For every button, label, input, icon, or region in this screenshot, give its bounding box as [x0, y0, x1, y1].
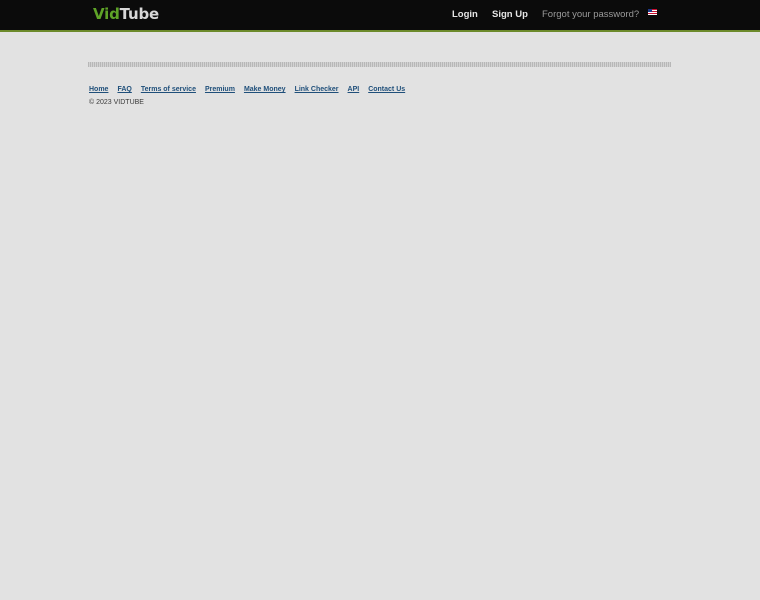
login-link[interactable]: Login: [452, 9, 478, 20]
logo-text-tube: Tube: [119, 5, 160, 23]
footer-link-item: Home: [89, 78, 108, 96]
footer-link-faq[interactable]: FAQ: [117, 86, 131, 93]
footer-link-item: API: [348, 78, 360, 96]
footer-link-home[interactable]: Home: [89, 86, 108, 93]
footer-link-item: Contact Us: [368, 78, 405, 96]
signup-link[interactable]: Sign Up: [492, 9, 528, 20]
footer-link-item: FAQ: [117, 78, 131, 96]
footer-links: Home FAQ Terms of service Premium Make M…: [89, 78, 414, 96]
footer-link-item: Make Money: [244, 78, 286, 96]
footer-link-contact[interactable]: Contact Us: [368, 86, 405, 93]
top-navbar: VidTube Login Sign Up Forgot your passwo…: [0, 0, 760, 32]
footer-link-link-checker[interactable]: Link Checker: [295, 86, 339, 93]
footer-link-terms[interactable]: Terms of service: [141, 86, 196, 93]
copyright-text: © 2023 VIDTUBE: [89, 99, 144, 106]
footer-link-item: Terms of service: [141, 78, 196, 96]
footer-link-api[interactable]: API: [348, 86, 360, 93]
footer-link-make-money[interactable]: Make Money: [244, 86, 286, 93]
us-flag-icon[interactable]: [648, 9, 657, 15]
footer-link-item: Link Checker: [295, 78, 339, 96]
footer-link-item: Premium: [205, 78, 235, 96]
forgot-password-link[interactable]: Forgot your password?: [542, 9, 639, 20]
vidtube-logo[interactable]: VidTube: [93, 5, 159, 23]
content-divider: [88, 62, 671, 67]
footer-link-premium[interactable]: Premium: [205, 86, 235, 93]
logo-text-vid: Vid: [93, 5, 120, 23]
